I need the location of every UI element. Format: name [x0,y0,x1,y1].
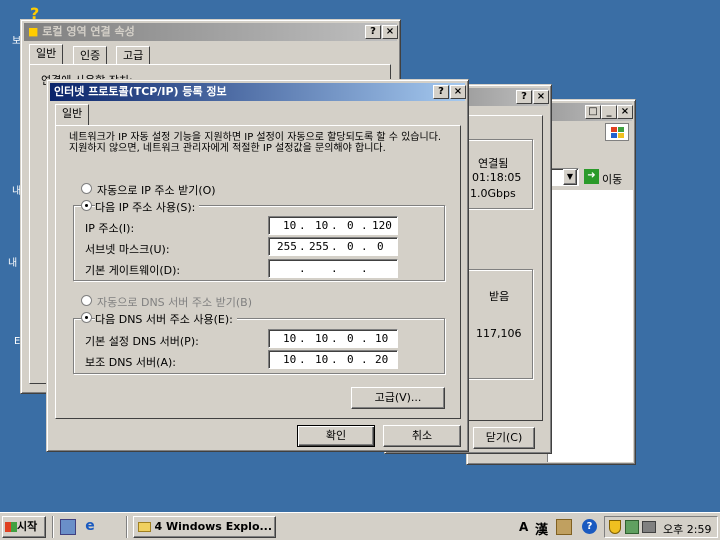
help-button[interactable]: ? [433,85,449,99]
received-header: 받음 [489,290,510,303]
advanced-button[interactable]: 고급(V)... [351,387,445,409]
clock[interactable]: 오후 2:59 [663,521,711,537]
auto-dns-label: 자동으로 DNS 서버 주소 받기(B) [97,296,252,309]
duration-value: 01:18:05 [472,171,522,184]
display-icon[interactable] [642,521,656,533]
tab-advanced[interactable]: 고급 [116,46,151,66]
taskbar: 시작 e 4 Windows Explo... A 漢 ? 오후 2:59 [0,512,720,540]
help-button[interactable]: ? [365,25,381,39]
task-label: 4 Windows Explo... [154,520,273,533]
ime-a-indicator[interactable]: A [519,520,528,534]
tcpip-title: 인터넷 프로토콜(TCP/IP) 등록 정보 [54,85,227,98]
default-gateway-field[interactable]: . . . [268,259,398,278]
use-dns-radio[interactable] [81,312,92,323]
desktop-label: 내 [8,258,18,269]
cancel-button[interactable]: 취소 [383,425,461,447]
help-icon[interactable]: ? [582,519,597,534]
alternate-dns-field[interactable]: 10. 10. 0. 20 [268,350,398,369]
close-status-button[interactable]: 닫기(C) [473,427,535,449]
alternate-dns-label: 보조 DNS 서버(A): [85,356,176,369]
taskbar-button-windows-explorer[interactable]: 4 Windows Explo... [133,516,276,538]
go-label[interactable]: 이동 [602,171,622,187]
internet-explorer-icon[interactable]: e [82,518,98,534]
start-button[interactable]: 시작 [2,516,46,538]
ok-button[interactable]: 확인 [297,425,375,447]
close-button[interactable]: × [533,90,549,104]
use-ip-radio[interactable] [81,200,92,211]
properties-titlebar[interactable]: ■ 로컬 영역 연결 속성 [24,23,397,41]
system-tray: 오후 2:59 [604,516,718,538]
status-header: 연결됨 [478,157,509,170]
show-desktop-icon[interactable] [60,519,76,535]
tcpip-titlebar[interactable]: 인터넷 프로토콜(TCP/IP) 등록 정보 [50,83,465,101]
close-button[interactable]: × [450,85,466,99]
auto-ip-radio[interactable] [81,183,92,194]
subnet-mask-field[interactable]: 255. 255. 0. 0 [268,237,398,256]
ip-address-field[interactable]: 10. 10. 0. 120 [268,216,398,235]
tab-general[interactable]: 일반 [29,44,64,64]
speed-value: 1.0Gbps [470,187,516,200]
windows-flag-icon [5,522,17,532]
use-ip-label[interactable]: 다음 IP 주소 사용(S): [95,199,200,215]
network-connection-icon[interactable] [625,520,639,534]
tab-general[interactable]: 일반 [55,104,90,126]
go-arrow-icon[interactable]: ➜ [584,169,599,184]
auto-dns-radio [81,295,92,306]
folder-icon [138,522,151,532]
subnet-mask-label: 서브넷 마스크(U): [85,243,170,256]
network-icon: ■ [28,25,39,38]
properties-title: 로컬 영역 연결 속성 [42,25,135,38]
explorer-content [547,190,633,462]
quick-launch-separator [126,516,128,538]
tcpip-properties-dialog[interactable]: 인터넷 프로토콜(TCP/IP) 등록 정보 ? × 일반 네트워크가 IP 자… [46,79,469,452]
tab-authentication[interactable]: 인증 [73,46,108,66]
received-count: 117,106 [476,327,522,340]
ime-tool-icon[interactable] [556,519,572,535]
close-button[interactable]: × [617,105,633,119]
preferred-dns-label: 기본 설정 DNS 서버(P): [85,335,199,348]
description-text: 네트워크가 IP 자동 설정 기능을 지원하면 IP 설정이 자동으로 할당되도… [69,132,442,154]
windows-logo-icon [605,123,629,141]
maximize-button[interactable]: □ [585,105,601,119]
address-dropdown-button[interactable]: ▼ [563,169,577,185]
default-gateway-label: 기본 게이트웨이(D): [85,264,181,277]
ip-address-label: IP 주소(I): [85,222,135,235]
minimize-button[interactable]: _ [601,105,617,119]
ime-hanja-indicator[interactable]: 漢 [535,519,548,538]
auto-ip-label[interactable]: 자동으로 IP 주소 받기(O) [97,182,216,198]
use-dns-label[interactable]: 다음 DNS 서버 주소 사용(E): [95,311,237,327]
preferred-dns-field[interactable]: 10. 10. 0. 10 [268,329,398,348]
help-button[interactable]: ? [516,90,532,104]
close-button[interactable]: × [382,25,398,39]
quick-launch-separator [52,516,54,538]
security-shield-icon[interactable] [609,520,621,534]
